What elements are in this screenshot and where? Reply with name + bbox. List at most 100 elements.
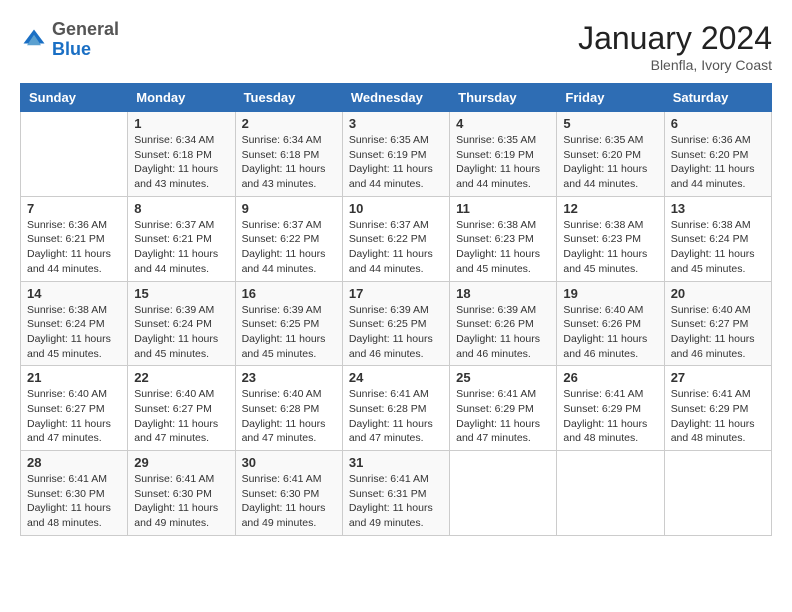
- calendar-cell: 18 Sunrise: 6:39 AMSunset: 6:26 PMDayligh…: [450, 281, 557, 366]
- calendar-cell: [450, 451, 557, 536]
- calendar-cell: 14 Sunrise: 6:38 AMSunset: 6:24 PMDayligh…: [21, 281, 128, 366]
- day-info: Sunrise: 6:41 AMSunset: 6:29 PMDaylight:…: [671, 387, 765, 446]
- day-info: Sunrise: 6:38 AMSunset: 6:24 PMDaylight:…: [671, 218, 765, 277]
- calendar-cell: 6Sunrise: 6:36 AMSunset: 6:20 PMDaylight…: [664, 112, 771, 197]
- column-header-monday: Monday: [128, 84, 235, 112]
- column-header-sunday: Sunday: [21, 84, 128, 112]
- day-number: 26: [563, 370, 657, 385]
- column-header-tuesday: Tuesday: [235, 84, 342, 112]
- day-info: Sunrise: 6:41 AMSunset: 6:29 PMDaylight:…: [563, 387, 657, 446]
- day-info: Sunrise: 6:38 AMSunset: 6:24 PMDaylight:…: [27, 303, 121, 362]
- day-number: 5: [563, 116, 657, 131]
- day-info: Sunrise: 6:40 AMSunset: 6:28 PMDaylight:…: [242, 387, 336, 446]
- day-info: Sunrise: 6:36 AMSunset: 6:21 PMDaylight:…: [27, 218, 121, 277]
- logo: General Blue: [20, 20, 119, 60]
- calendar-week-row: 28 Sunrise: 6:41 AMSunset: 6:30 PMDayligh…: [21, 451, 772, 536]
- calendar-week-row: 1 Sunrise: 6:34 AMSunset: 6:18 PMDaylight…: [21, 112, 772, 197]
- day-number: 9: [242, 201, 336, 216]
- calendar-cell: 21Sunrise: 6:40 AMSunset: 6:27 PMDayligh…: [21, 366, 128, 451]
- calendar-table: SundayMondayTuesdayWednesdayThursdayFrid…: [20, 83, 772, 536]
- calendar-cell: [21, 112, 128, 197]
- column-header-wednesday: Wednesday: [342, 84, 449, 112]
- day-info: Sunrise: 6:39 AMSunset: 6:25 PMDaylight:…: [349, 303, 443, 362]
- day-number: 14: [27, 286, 121, 301]
- day-info: Sunrise: 6:40 AMSunset: 6:27 PMDaylight:…: [671, 303, 765, 362]
- day-info: Sunrise: 6:37 AMSunset: 6:21 PMDaylight:…: [134, 218, 228, 277]
- calendar-week-row: 7 Sunrise: 6:36 AMSunset: 6:21 PMDaylight…: [21, 196, 772, 281]
- day-number: 22: [134, 370, 228, 385]
- day-info: Sunrise: 6:40 AMSunset: 6:26 PMDaylight:…: [563, 303, 657, 362]
- calendar-cell: 12Sunrise: 6:38 AMSunset: 6:23 PMDayligh…: [557, 196, 664, 281]
- day-info: Sunrise: 6:39 AMSunset: 6:25 PMDaylight:…: [242, 303, 336, 362]
- calendar-cell: 2 Sunrise: 6:34 AMSunset: 6:18 PMDaylight…: [235, 112, 342, 197]
- calendar-cell: 10Sunrise: 6:37 AMSunset: 6:22 PMDayligh…: [342, 196, 449, 281]
- calendar-cell: 7 Sunrise: 6:36 AMSunset: 6:21 PMDaylight…: [21, 196, 128, 281]
- day-info: Sunrise: 6:39 AMSunset: 6:24 PMDaylight:…: [134, 303, 228, 362]
- day-info: Sunrise: 6:37 AMSunset: 6:22 PMDaylight:…: [242, 218, 336, 277]
- calendar-cell: 15 Sunrise: 6:39 AMSunset: 6:24 PMDayligh…: [128, 281, 235, 366]
- calendar-cell: 31Sunrise: 6:41 AMSunset: 6:31 PMDayligh…: [342, 451, 449, 536]
- calendar-header-row: SundayMondayTuesdayWednesdayThursdayFrid…: [21, 84, 772, 112]
- day-info: Sunrise: 6:40 AMSunset: 6:27 PMDaylight:…: [27, 387, 121, 446]
- day-number: 3: [349, 116, 443, 131]
- day-info: Sunrise: 6:41 AMSunset: 6:28 PMDaylight:…: [349, 387, 443, 446]
- logo-general-text: General: [52, 19, 119, 39]
- day-number: 7: [27, 201, 121, 216]
- calendar-cell: 22 Sunrise: 6:40 AMSunset: 6:27 PMDayligh…: [128, 366, 235, 451]
- calendar-cell: 19Sunrise: 6:40 AMSunset: 6:26 PMDayligh…: [557, 281, 664, 366]
- calendar-cell: 9 Sunrise: 6:37 AMSunset: 6:22 PMDaylight…: [235, 196, 342, 281]
- calendar-cell: 13 Sunrise: 6:38 AMSunset: 6:24 PMDayligh…: [664, 196, 771, 281]
- day-number: 15: [134, 286, 228, 301]
- day-number: 2: [242, 116, 336, 131]
- day-number: 17: [349, 286, 443, 301]
- day-info: Sunrise: 6:35 AMSunset: 6:19 PMDaylight:…: [456, 133, 550, 192]
- calendar-cell: 17 Sunrise: 6:39 AMSunset: 6:25 PMDayligh…: [342, 281, 449, 366]
- calendar-week-row: 14 Sunrise: 6:38 AMSunset: 6:24 PMDayligh…: [21, 281, 772, 366]
- day-number: 23: [242, 370, 336, 385]
- calendar-cell: 5 Sunrise: 6:35 AMSunset: 6:20 PMDaylight…: [557, 112, 664, 197]
- calendar-cell: [664, 451, 771, 536]
- day-number: 13: [671, 201, 765, 216]
- day-info: Sunrise: 6:35 AMSunset: 6:19 PMDaylight:…: [349, 133, 443, 192]
- day-info: Sunrise: 6:41 AMSunset: 6:30 PMDaylight:…: [242, 472, 336, 531]
- day-info: Sunrise: 6:34 AMSunset: 6:18 PMDaylight:…: [134, 133, 228, 192]
- day-number: 30: [242, 455, 336, 470]
- day-number: 28: [27, 455, 121, 470]
- day-info: Sunrise: 6:38 AMSunset: 6:23 PMDaylight:…: [563, 218, 657, 277]
- day-info: Sunrise: 6:40 AMSunset: 6:27 PMDaylight:…: [134, 387, 228, 446]
- column-header-thursday: Thursday: [450, 84, 557, 112]
- day-info: Sunrise: 6:41 AMSunset: 6:30 PMDaylight:…: [134, 472, 228, 531]
- calendar-cell: 20 Sunrise: 6:40 AMSunset: 6:27 PMDayligh…: [664, 281, 771, 366]
- calendar-week-row: 21Sunrise: 6:40 AMSunset: 6:27 PMDayligh…: [21, 366, 772, 451]
- column-header-friday: Friday: [557, 84, 664, 112]
- calendar-cell: 16 Sunrise: 6:39 AMSunset: 6:25 PMDayligh…: [235, 281, 342, 366]
- day-info: Sunrise: 6:41 AMSunset: 6:31 PMDaylight:…: [349, 472, 443, 531]
- location-text: Blenfla, Ivory Coast: [578, 57, 772, 73]
- day-number: 11: [456, 201, 550, 216]
- calendar-cell: 11Sunrise: 6:38 AMSunset: 6:23 PMDayligh…: [450, 196, 557, 281]
- calendar-cell: 27 Sunrise: 6:41 AMSunset: 6:29 PMDayligh…: [664, 366, 771, 451]
- day-number: 8: [134, 201, 228, 216]
- calendar-cell: 3 Sunrise: 6:35 AMSunset: 6:19 PMDaylight…: [342, 112, 449, 197]
- day-number: 16: [242, 286, 336, 301]
- day-number: 29: [134, 455, 228, 470]
- title-block: January 2024 Blenfla, Ivory Coast: [578, 20, 772, 73]
- calendar-cell: 29 Sunrise: 6:41 AMSunset: 6:30 PMDayligh…: [128, 451, 235, 536]
- calendar-cell: 24Sunrise: 6:41 AMSunset: 6:28 PMDayligh…: [342, 366, 449, 451]
- calendar-cell: 28Sunrise: 6:41 AMSunset: 6:30 PMDayligh…: [21, 451, 128, 536]
- calendar-cell: 1 Sunrise: 6:34 AMSunset: 6:18 PMDaylight…: [128, 112, 235, 197]
- calendar-cell: 23 Sunrise: 6:40 AMSunset: 6:28 PMDayligh…: [235, 366, 342, 451]
- column-header-saturday: Saturday: [664, 84, 771, 112]
- day-number: 25: [456, 370, 550, 385]
- day-number: 18: [456, 286, 550, 301]
- month-year-title: January 2024: [578, 20, 772, 57]
- day-number: 4: [456, 116, 550, 131]
- day-number: 27: [671, 370, 765, 385]
- calendar-cell: [557, 451, 664, 536]
- day-info: Sunrise: 6:36 AMSunset: 6:20 PMDaylight:…: [671, 133, 765, 192]
- day-number: 1: [134, 116, 228, 131]
- day-number: 20: [671, 286, 765, 301]
- day-info: Sunrise: 6:34 AMSunset: 6:18 PMDaylight:…: [242, 133, 336, 192]
- day-info: Sunrise: 6:35 AMSunset: 6:20 PMDaylight:…: [563, 133, 657, 192]
- day-info: Sunrise: 6:39 AMSunset: 6:26 PMDaylight:…: [456, 303, 550, 362]
